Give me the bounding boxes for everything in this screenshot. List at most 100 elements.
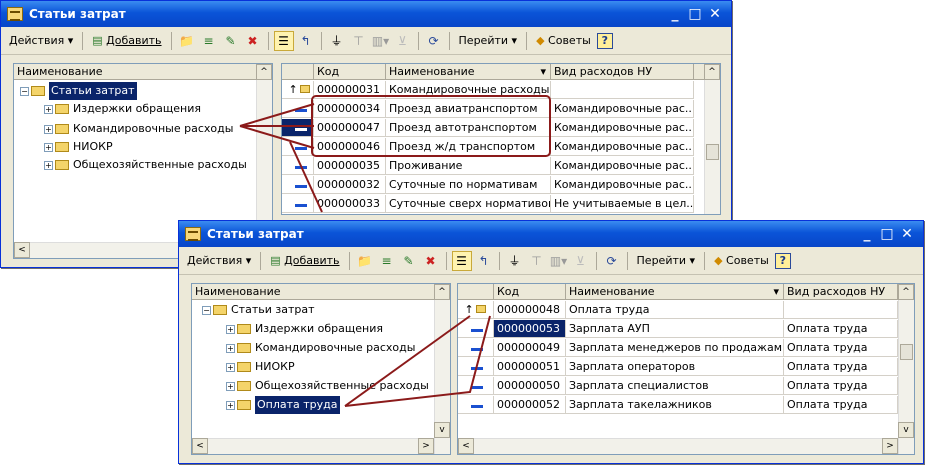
filter-icon[interactable]: ⏚ [505, 251, 525, 271]
expand-icon[interactable]: + [226, 400, 235, 410]
filter-dropdown-icon[interactable]: ▥▾ [549, 251, 569, 271]
table-row[interactable]: 000000049 Зарплата менеджеров по продажа… [458, 339, 898, 357]
scroll-left-button[interactable]: < [14, 242, 30, 258]
expand-icon[interactable]: + [44, 142, 53, 152]
table-row[interactable]: 000000052 Зарплата такелажников Оплата т… [458, 396, 898, 414]
parent-row[interactable]: ↑ 000000031 Командировочные расходы [282, 81, 694, 99]
scroll-down-button[interactable]: v [898, 422, 914, 438]
expand-icon[interactable]: + [226, 362, 235, 372]
expand-icon[interactable]: + [44, 124, 53, 134]
close-button[interactable]: ✕ [705, 6, 725, 22]
add-button[interactable]: ▤ Добавить [88, 32, 165, 49]
tree-header[interactable]: Наименование [14, 64, 256, 80]
actions-menu[interactable]: Действия ▾ [5, 32, 77, 49]
filter-dropdown-icon[interactable]: ▥▾ [371, 31, 391, 51]
grid-vscroll[interactable]: ^ [704, 64, 720, 214]
help-button[interactable]: ? [596, 32, 613, 49]
filter-icon[interactable]: ⏚ [327, 31, 347, 51]
window-titlebar[interactable]: Статьи затрат _ □ ✕ [1, 1, 731, 27]
scroll-thumb[interactable] [900, 344, 913, 360]
collapse-icon[interactable]: − [20, 86, 29, 96]
scroll-thumb[interactable] [706, 144, 719, 160]
minimize-button[interactable]: _ [665, 6, 685, 22]
maximize-button[interactable]: □ [685, 6, 705, 22]
table-row[interactable]: 000000034 Проезд авиатранспортом Команди… [282, 100, 694, 118]
maximize-button[interactable]: □ [877, 226, 897, 242]
hierarchy-icon[interactable]: ☰ [451, 250, 472, 271]
tree-pane[interactable]: Наименование − Статьи затрат + Издержки о… [191, 283, 451, 455]
expand-icon[interactable]: + [226, 381, 235, 391]
expand-icon[interactable]: + [226, 343, 235, 353]
clear-filter-icon[interactable]: ⊻ [393, 31, 413, 51]
scroll-right-button[interactable]: > [418, 438, 434, 454]
goto-menu[interactable]: Перейти ▾ [633, 252, 700, 269]
level-up-icon[interactable]: ↰ [474, 251, 494, 271]
tree-item[interactable]: + Общехозяйственные расходы [44, 156, 247, 174]
edit-icon[interactable]: ✎ [221, 31, 241, 51]
grid-vscroll[interactable]: ^ v [898, 284, 914, 454]
table-row[interactable]: 000000032 Суточные по нормативам Команди… [282, 176, 694, 194]
table-row[interactable]: 000000050 Зарплата специалистов Оплата т… [458, 377, 898, 395]
grid-pane[interactable]: Код Наименование ▾ Вид расходов НУ ↑ 0000… [457, 283, 915, 455]
parent-row[interactable]: ↑ 000000048 Оплата труда [458, 301, 898, 319]
scroll-left-button[interactable]: < [192, 438, 208, 454]
tree-root[interactable]: − Статьи затрат [202, 301, 315, 319]
kind-column-header[interactable]: Вид расходов НУ [551, 64, 694, 79]
tips-button[interactable]: ◆ Советы [532, 32, 595, 49]
tree-root[interactable]: − Статьи затрат [20, 82, 137, 100]
edit-icon[interactable]: ✎ [399, 251, 419, 271]
code-column-header[interactable]: Код [314, 64, 386, 79]
close-button[interactable]: ✕ [897, 226, 917, 242]
help-button[interactable]: ? [774, 252, 791, 269]
copy-icon[interactable]: ≡ [199, 31, 219, 51]
marker-column-header[interactable] [458, 284, 494, 299]
refresh-icon[interactable]: ⟳ [602, 251, 622, 271]
tree-header[interactable]: Наименование [192, 284, 434, 300]
tree-item[interactable]: + Командировочные расходы [44, 120, 233, 138]
scroll-up-button[interactable]: ^ [704, 64, 720, 80]
table-row[interactable]: 000000035 Проживание Командировочные рас… [282, 157, 694, 175]
level-up-icon[interactable]: ↰ [296, 31, 316, 51]
tips-button[interactable]: ◆ Советы [710, 252, 773, 269]
table-row[interactable]: 000000033 Суточные сверх нормативов Не у… [282, 195, 694, 213]
minimize-button[interactable]: _ [857, 226, 877, 242]
kind-column-header[interactable]: Вид расходов НУ [784, 284, 898, 299]
add-group-icon[interactable]: 📁 [177, 31, 197, 51]
add-button[interactable]: ▤ Добавить [266, 252, 343, 269]
table-row[interactable]: 000000051 Зарплата операторов Оплата тру… [458, 358, 898, 376]
delete-icon[interactable]: ✖ [243, 31, 263, 51]
tree-item[interactable]: + Общехозяйственные расходы [226, 377, 429, 395]
expand-icon[interactable]: + [44, 104, 53, 114]
tree-item[interactable]: + Издержки обращения [44, 100, 201, 118]
table-row-selected[interactable]: 000000047 Проезд автотранспортом Команди… [282, 119, 694, 137]
clear-filter-icon[interactable]: ⊻ [571, 251, 591, 271]
filter-list-icon[interactable]: ⊤ [349, 31, 369, 51]
goto-menu[interactable]: Перейти ▾ [455, 32, 522, 49]
tree-item-selected[interactable]: + Оплата труда [226, 396, 340, 414]
tree-vscroll[interactable]: ^ v [434, 284, 450, 454]
code-column-header[interactable]: Код [494, 284, 566, 299]
grid-pane[interactable]: Код Наименование ▾ Вид расходов НУ ↑ 0000… [281, 63, 721, 215]
tree-item[interactable]: + Издержки обращения [226, 320, 383, 338]
scroll-left-button[interactable]: < [458, 438, 474, 454]
scroll-up-button[interactable]: ^ [434, 284, 450, 300]
collapse-icon[interactable]: − [202, 305, 211, 315]
window-titlebar[interactable]: Статьи затрат _ □ ✕ [179, 221, 923, 247]
refresh-icon[interactable]: ⟳ [424, 31, 444, 51]
tree-item[interactable]: + НИОКР [226, 358, 295, 376]
tree-item[interactable]: + Командировочные расходы [226, 339, 415, 357]
hierarchy-icon[interactable]: ☰ [273, 30, 294, 51]
delete-icon[interactable]: ✖ [421, 251, 441, 271]
copy-icon[interactable]: ≡ [377, 251, 397, 271]
table-row-selected[interactable]: 000000053 Зарплата АУП Оплата труда [458, 320, 898, 338]
expand-icon[interactable]: + [44, 160, 53, 170]
tree-item[interactable]: + НИОКР [44, 138, 113, 156]
name-column-header[interactable]: Наименование ▾ [566, 284, 784, 299]
actions-menu[interactable]: Действия ▾ [183, 252, 255, 269]
add-group-icon[interactable]: 📁 [355, 251, 375, 271]
filter-list-icon[interactable]: ⊤ [527, 251, 547, 271]
scroll-down-button[interactable]: v [434, 422, 450, 438]
tree-hscroll[interactable]: < > [192, 438, 434, 454]
expand-icon[interactable]: + [226, 324, 235, 334]
scroll-right-button[interactable]: > [882, 438, 898, 454]
